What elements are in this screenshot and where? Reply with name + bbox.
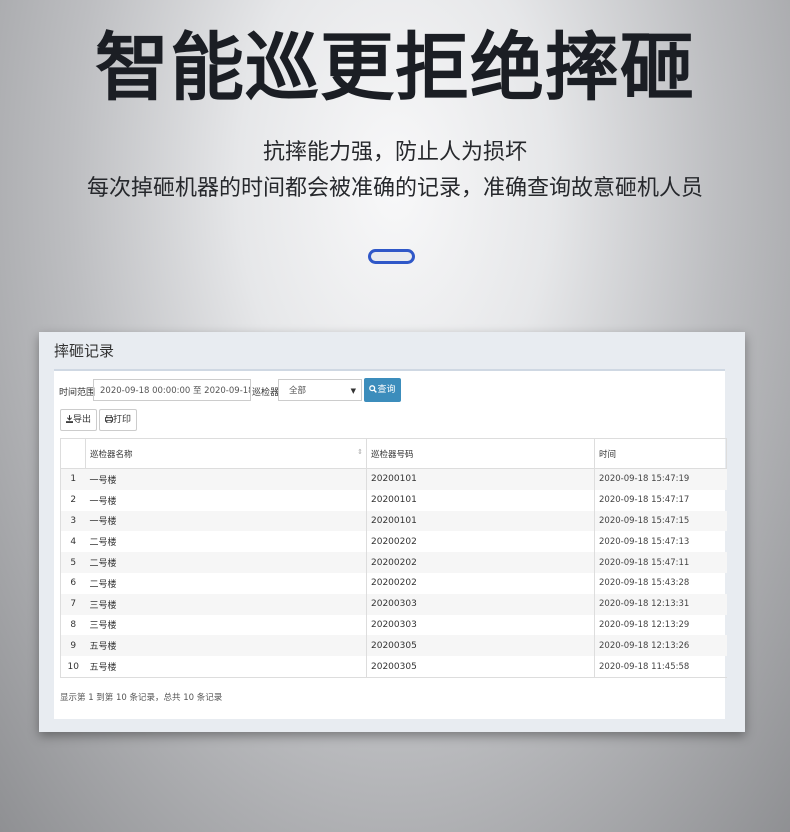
column-header-time[interactable]: 时间	[594, 438, 727, 469]
row-serial: 20200202	[366, 572, 595, 594]
row-index: 7	[60, 593, 86, 615]
download-icon	[65, 415, 73, 423]
records-table: 巡检器名称 ⇕ 巡检器号码 时间 1 一号楼 20200101 2020-09-18 …	[60, 438, 727, 678]
table-row[interactable]: 8 三号楼 20200303 2020-09-18 12:13:29	[61, 614, 727, 636]
table-row[interactable]: 1 一号楼 20200101 2020-09-18 15:47:19	[60, 468, 727, 490]
row-serial: 20200101	[366, 489, 595, 511]
row-name: 一号楼	[85, 489, 367, 511]
row-time: 2020-09-18 11:45:58	[594, 656, 727, 678]
row-serial: 20200202	[366, 531, 595, 553]
patrol-label: 巡检器	[252, 388, 280, 398]
row-serial: 20200101	[366, 468, 595, 490]
row-name: 一号楼	[85, 468, 367, 490]
row-serial: 20200303	[366, 593, 595, 615]
row-name: 二号楼	[85, 552, 367, 573]
row-name: 二号楼	[85, 572, 367, 594]
table-row[interactable]: 5 二号楼 20200202 2020-09-18 15:47:11	[60, 552, 727, 573]
row-time: 2020-09-18 12:13:26	[594, 635, 727, 657]
row-index: 5	[60, 552, 86, 573]
query-label: 查询	[377, 385, 396, 395]
time-range-label: 时间范围	[59, 388, 96, 398]
row-index: 8	[70, 619, 77, 630]
row-index: 2	[70, 495, 77, 506]
time-range-input[interactable]: 2020-09-18 00:00:00 至 2020-09-18 23:5	[93, 379, 251, 401]
table-row[interactable]: 7 三号楼 20200303 2020-09-18 12:13:31	[60, 593, 727, 615]
panel-title: 摔砸记录	[54, 342, 115, 360]
print-label: 打印	[112, 415, 131, 425]
row-serial: 20200303	[366, 614, 595, 636]
column-header-name-label: 巡检器名称	[90, 449, 133, 460]
column-header-index	[60, 438, 86, 469]
table-header-row: 巡检器名称 ⇕ 巡检器号码 时间	[60, 438, 727, 469]
hero-subtitle-2: 每次掉砸机器的时间都会被准确的记录，准确查询故意砸机人员	[86, 176, 703, 201]
table-row[interactable]: 2 一号楼 20200101 2020-09-18 15:47:17	[61, 489, 727, 511]
table-row[interactable]: 3 一号楼 20200101 2020-09-18 15:47:15	[60, 510, 727, 532]
row-name: 五号楼	[85, 635, 367, 657]
row-time: 2020-09-18 15:47:11	[594, 552, 727, 573]
row-name: 一号楼	[85, 510, 367, 532]
decorative-pill	[368, 249, 415, 264]
hero-subtitle-1: 抗摔能力强，防止人为损坏	[262, 140, 527, 165]
row-time: 2020-09-18 15:47:15	[594, 510, 727, 532]
row-index: 3	[60, 510, 86, 532]
row-name: 三号楼	[85, 593, 367, 615]
row-time: 2020-09-18 15:47:19	[594, 468, 727, 490]
row-serial: 20200202	[366, 552, 595, 573]
table-row[interactable]: 4 二号楼 20200202 2020-09-18 15:47:13	[61, 531, 727, 553]
panel-body: 时间范围 2020-09-18 00:00:00 至 2020-09-18 23…	[54, 369, 727, 719]
printer-icon	[104, 414, 113, 424]
column-header-serial[interactable]: 巡检器号码	[366, 438, 595, 469]
row-index: 9	[60, 635, 86, 657]
export-button[interactable]: 导出	[60, 409, 97, 431]
row-time: 2020-09-18 12:13:31	[594, 593, 727, 615]
row-index: 10	[60, 656, 86, 678]
patrol-select-value: 全部	[289, 386, 307, 396]
pagination-info: 显示第 1 到第 10 条记录，总共 10 条记录	[60, 693, 223, 703]
patrol-select[interactable]: 全部 ▼	[278, 379, 362, 401]
row-index: 4	[70, 536, 77, 547]
hero-title: 智能巡更拒绝摔砸	[95, 25, 695, 111]
export-label: 导出	[72, 415, 91, 425]
sort-icon[interactable]: ⇕	[357, 448, 363, 456]
row-name: 五号楼	[85, 656, 367, 678]
column-header-name[interactable]: 巡检器名称 ⇕	[85, 438, 367, 469]
row-index: 1	[60, 468, 86, 490]
table-row[interactable]: 10 五号楼 20200305 2020-09-18 11:45:58	[60, 656, 727, 678]
row-time: 2020-09-18 15:43:28	[599, 578, 690, 589]
row-index: 6	[70, 578, 77, 589]
row-serial: 20200101	[366, 510, 595, 532]
row-serial: 20200305	[366, 635, 595, 657]
row-time: 2020-09-18 12:13:29	[599, 619, 690, 630]
query-button[interactable]: 查询	[364, 378, 401, 402]
row-name: 二号楼	[85, 531, 367, 553]
row-name: 三号楼	[85, 614, 367, 636]
table-row[interactable]: 9 五号楼 20200305 2020-09-18 12:13:26	[60, 635, 727, 657]
row-serial: 20200305	[366, 656, 595, 678]
print-button[interactable]: 打印	[99, 409, 137, 431]
records-panel: 摔砸记录 时间范围 2020-09-18 00:00:00 至 2020-09-…	[39, 332, 745, 732]
chevron-down-icon: ▼	[350, 387, 356, 395]
row-time: 2020-09-18 15:47:17	[599, 495, 690, 506]
table-row[interactable]: 6 二号楼 20200202 2020-09-18 15:43:28	[61, 572, 727, 594]
row-time: 2020-09-18 15:47:13	[599, 536, 690, 547]
